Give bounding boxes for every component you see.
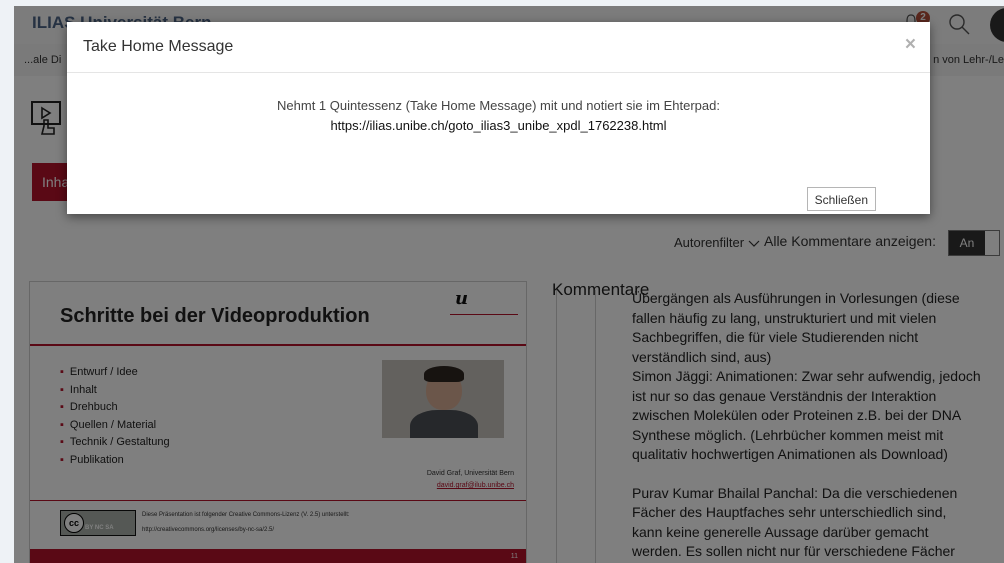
modal-message: Nehmt 1 Quintessenz (Take Home Message) … (277, 98, 720, 113)
etherpad-link[interactable]: https://ilias.unibe.ch/goto_ilias3_unibe… (67, 116, 930, 136)
modal-header: Take Home Message × (67, 22, 930, 73)
modal-title: Take Home Message (83, 38, 234, 55)
close-button[interactable]: Schließen (806, 187, 876, 211)
close-icon[interactable]: × (905, 34, 916, 56)
browser-frame: ILIAS Universität Bern 2 ...ale Di n von… (0, 0, 1004, 563)
ilias-page: ILIAS Universität Bern 2 ...ale Di n von… (14, 6, 1004, 563)
modal-body: Nehmt 1 Quintessenz (Take Home Message) … (67, 96, 930, 136)
take-home-message-modal: Take Home Message × Nehmt 1 Quintessenz … (67, 22, 930, 214)
